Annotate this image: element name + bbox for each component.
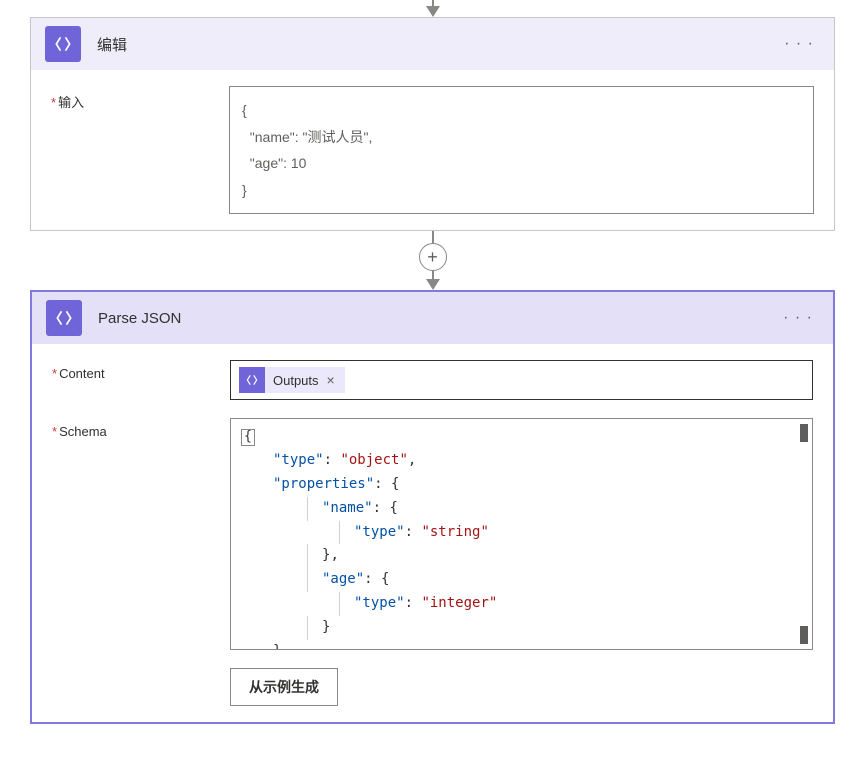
- parse-json-step-card[interactable]: Parse JSON · · · Content Outputs × Schem…: [30, 290, 835, 724]
- arrow-down-icon: [426, 6, 440, 17]
- schema-line: "age": {: [241, 568, 802, 592]
- schema-line: "properties": {: [241, 473, 802, 497]
- schema-line: "type": "object",: [241, 449, 802, 473]
- compose-step-header[interactable]: 编辑 · · ·: [31, 18, 834, 70]
- schema-line: "type": "integer": [241, 592, 802, 616]
- compose-icon: [239, 367, 265, 393]
- token-label: Outputs: [273, 373, 319, 388]
- field-label-input: 输入: [51, 86, 221, 214]
- remove-token-button[interactable]: ×: [327, 372, 335, 388]
- generate-from-sample-button[interactable]: 从示例生成: [230, 668, 338, 706]
- compose-step-card[interactable]: 编辑 · · · 输入 { "name": "测试人员", "age": 10 …: [30, 17, 835, 231]
- compose-step-title: 编辑: [97, 34, 762, 55]
- step-menu-button[interactable]: · · ·: [778, 31, 820, 57]
- compose-icon: [46, 300, 82, 336]
- parse-json-step-header[interactable]: Parse JSON · · ·: [32, 292, 833, 344]
- schema-line: "type": "string": [241, 521, 802, 545]
- add-step-button[interactable]: [419, 243, 447, 271]
- arrow-down-icon: [426, 279, 440, 290]
- schema-line: }: [241, 640, 802, 651]
- schema-line: {: [241, 425, 802, 449]
- schema-line: }: [241, 616, 802, 640]
- outputs-token[interactable]: Outputs ×: [239, 367, 345, 393]
- schema-line: "name": {: [241, 497, 802, 521]
- schema-editor[interactable]: {"type": "object","properties": {"name":…: [230, 418, 813, 650]
- parse-json-step-title: Parse JSON: [98, 310, 761, 327]
- compose-input-field[interactable]: { "name": "测试人员", "age": 10 }: [229, 86, 814, 214]
- field-label-schema: Schema: [52, 418, 222, 650]
- scrollbar-thumb[interactable]: [800, 424, 808, 442]
- field-label-content: Content: [52, 360, 222, 400]
- scrollbar-thumb[interactable]: [800, 626, 808, 644]
- content-input[interactable]: Outputs ×: [230, 360, 813, 400]
- schema-line: },: [241, 544, 802, 568]
- step-menu-button[interactable]: · · ·: [777, 305, 819, 331]
- compose-icon: [45, 26, 81, 62]
